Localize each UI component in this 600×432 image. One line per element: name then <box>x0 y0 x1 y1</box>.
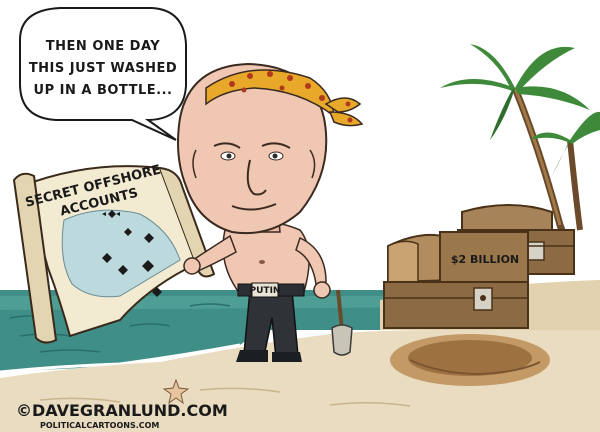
chest-money-label: $2 BILLION <box>451 253 519 266</box>
signature-site: POLITICALCARTOONS.COM <box>40 421 159 430</box>
treasure-chest-front: $2 BILLION <box>383 231 529 329</box>
belt-label: PUTIN <box>250 286 281 296</box>
speech-line-2: THIS JUST WASHED <box>29 61 177 76</box>
speech-line-3: UP IN A BOTTLE... <box>34 83 173 98</box>
speech-line-1: THEN ONE DAY <box>46 39 160 54</box>
cartoon-scene: $2 BILLION SECRET OFFSHORE ACCOUNTS PUTI… <box>0 0 600 432</box>
cartoon-illustration: $2 BILLION SECRET OFFSHORE ACCOUNTS PUTI… <box>0 7 600 432</box>
speech-bubble: THEN ONE DAY THIS JUST WASHED UP IN A BO… <box>19 7 187 141</box>
signature-name: ©DAVEGRANLUND.COM <box>16 401 228 420</box>
